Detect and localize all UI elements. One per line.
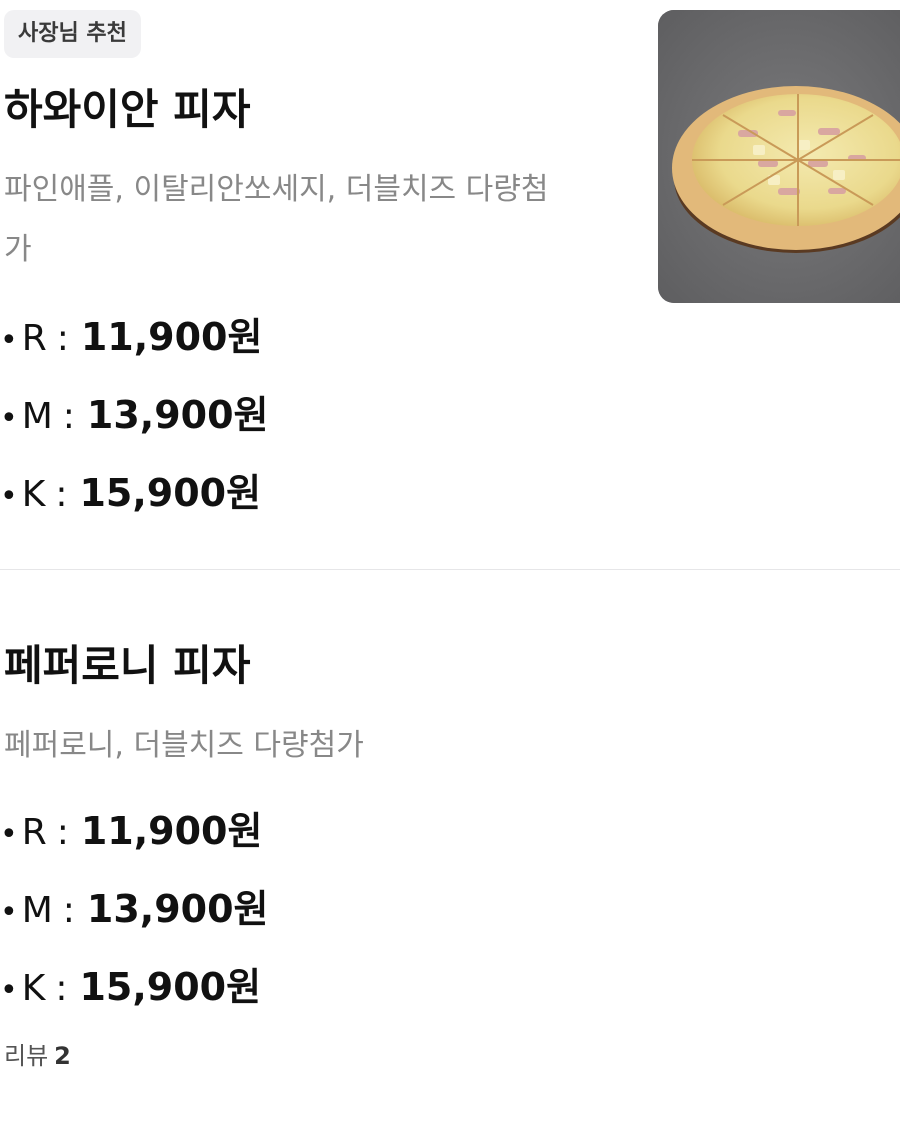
bullet: • <box>0 895 18 930</box>
menu-item-pepperoni-pizza[interactable]: 페퍼로니 피자 페퍼로니, 더블치즈 다량첨가 • R:11,900원 • M:13… <box>0 570 900 1121</box>
bullet: • <box>0 817 18 852</box>
review-link[interactable]: 리뷰 2 <box>4 1036 71 1071</box>
price-value: 15,900원 <box>79 471 262 515</box>
owner-recommend-badge: 사장님 추천 <box>4 10 141 58</box>
menu-item-name: 하와이안 피자 <box>4 85 251 134</box>
colon: : <box>55 968 68 1009</box>
bullet: • <box>0 323 18 358</box>
colon: : <box>55 474 68 515</box>
menu-item-hawaiian-pizza[interactable]: 사장님 추천 하와이안 피자 파인애플, 이탈리안쏘세지, 더블치즈 다량첨가 … <box>0 0 900 569</box>
price-list: • R:11,900원 • M:13,900원 • K:15,900원 <box>0 298 269 532</box>
price-row-r: • R:11,900원 <box>0 298 269 376</box>
price-value: 13,900원 <box>86 887 269 931</box>
pizza-illustration <box>658 10 900 303</box>
size-label: K <box>21 968 46 1009</box>
price-list: • R:11,900원 • M:13,900원 • K:15,900원 <box>0 792 269 1026</box>
price-value: 15,900원 <box>79 965 262 1009</box>
price-value: 11,900원 <box>80 809 263 853</box>
price-value: 11,900원 <box>80 315 263 359</box>
price-row-r: • R:11,900원 <box>0 792 269 870</box>
review-count: 2 <box>54 1042 71 1070</box>
size-label: K <box>21 474 46 515</box>
price-row-m: • M:13,900원 <box>0 376 269 454</box>
bullet: • <box>0 479 18 514</box>
price-row-k: • K:15,900원 <box>0 948 269 1026</box>
menu-item-description: 파인애플, 이탈리안쏘세지, 더블치즈 다량첨가 <box>4 172 549 267</box>
price-row-m: • M:13,900원 <box>0 870 269 948</box>
menu-item-name: 페퍼로니 피자 <box>4 641 251 690</box>
colon: : <box>56 318 69 359</box>
size-label: R <box>21 318 47 359</box>
pizza-photo[interactable] <box>658 10 900 303</box>
size-label: M <box>21 396 53 437</box>
colon: : <box>62 396 75 437</box>
review-label: 리뷰 <box>4 1042 49 1070</box>
size-label: R <box>21 812 47 853</box>
colon: : <box>56 812 69 853</box>
price-value: 13,900원 <box>86 393 269 437</box>
bullet: • <box>0 401 18 436</box>
bullet: • <box>0 973 18 1008</box>
menu-item-description: 페퍼로니, 더블치즈 다량첨가 <box>4 728 364 763</box>
price-row-k: • K:15,900원 <box>0 454 269 532</box>
colon: : <box>62 890 75 931</box>
size-label: M <box>21 890 53 931</box>
